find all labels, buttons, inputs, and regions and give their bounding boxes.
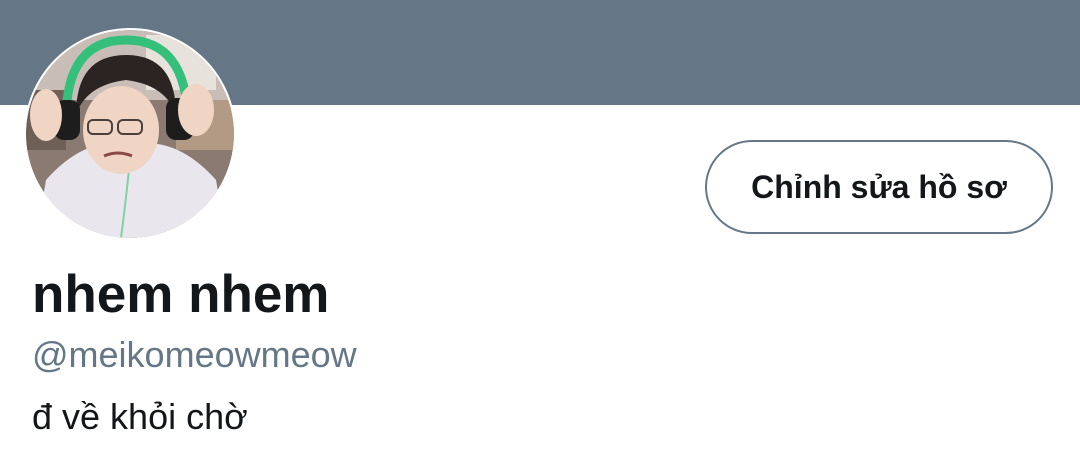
- profile-bio: đ về khỏi chờ: [32, 396, 248, 437]
- avatar[interactable]: [26, 30, 234, 238]
- display-name: nhem nhem: [32, 265, 330, 324]
- username-handle: @meikomeowmeow: [32, 334, 357, 375]
- edit-profile-button[interactable]: Chỉnh sửa hồ sơ: [705, 140, 1053, 234]
- avatar-container[interactable]: [24, 28, 236, 240]
